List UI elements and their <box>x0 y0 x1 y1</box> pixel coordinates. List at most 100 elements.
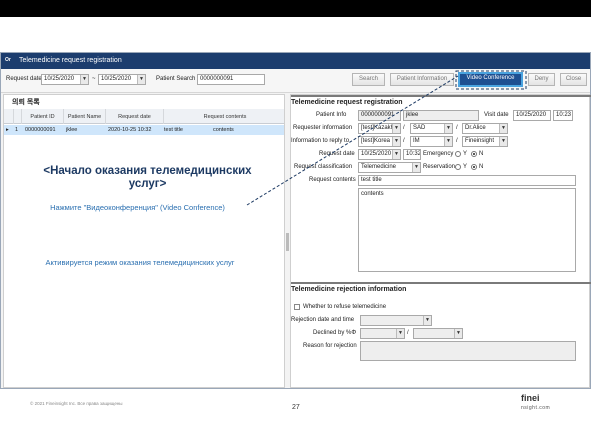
patient-info-label: Patient Info <box>316 112 347 118</box>
requester-doctor-value: Dr.Alice <box>465 125 486 131</box>
requester-dept-select[interactable]: SAD ▼ <box>410 123 453 134</box>
video-conference-button[interactable]: Video Conference <box>458 72 523 87</box>
toolbar: Request date 10/25/2020 ▼ ~ 10/25/2020 ▼… <box>1 69 590 93</box>
header-request-contents[interactable]: Request contents <box>164 109 286 124</box>
contents-body-textarea[interactable]: contents <box>358 188 576 272</box>
reason-label: Reason for rejection <box>303 343 357 349</box>
reply-dept-select[interactable]: IM ▼ <box>410 136 453 147</box>
overlay-instruction: Нажмите "Видеоконференция" (Video Confer… <box>50 203 225 212</box>
patient-search-input[interactable]: 0000000091 <box>197 74 265 85</box>
visit-time-field[interactable]: 10:23 <box>553 110 573 121</box>
registration-panel: Telemedicine request registration Patien… <box>290 94 591 388</box>
request-date-value: 10/25/2020 <box>361 151 392 157</box>
chevron-down-icon[interactable]: ▼ <box>392 124 400 133</box>
overlay-result: Активируется режим оказания телемедицинс… <box>45 258 235 267</box>
row-request-date: 2020-10-25 10:32 <box>108 127 152 133</box>
chevron-down-icon[interactable]: ▼ <box>423 316 431 325</box>
chevron-down-icon[interactable]: ▼ <box>396 329 404 338</box>
close-button[interactable]: Close <box>560 73 587 86</box>
deny-button[interactable]: Deny <box>528 73 555 86</box>
request-list-panel: 의뢰 목록 Patient ID Patient Name Request da… <box>3 94 285 388</box>
app-window: Or Telemedicine request registration Req… <box>0 52 591 389</box>
requester-doctor-select[interactable]: Dr.Alice ▼ <box>462 123 508 134</box>
emergency-label: Emergency <box>423 151 454 157</box>
row-number: 1 <box>15 127 19 133</box>
section-divider <box>291 282 591 284</box>
patient-information-button[interactable]: Patient Information <box>390 73 454 86</box>
reservation-label: Reservation <box>423 164 456 170</box>
patient-id-field: 0000000091 <box>358 110 401 121</box>
declined-by-select[interactable]: ▼ <box>360 328 405 339</box>
slash: / <box>456 125 458 131</box>
chevron-down-icon[interactable]: ▼ <box>444 124 452 133</box>
table-header: Patient ID Patient Name Request date Req… <box>4 109 284 124</box>
request-list-title: 의뢰 목록 <box>12 99 40 106</box>
row-marker: ▸ <box>6 127 9 133</box>
header-request-date[interactable]: Request date <box>106 109 164 124</box>
reply-country-select[interactable]: [test]Korea ▼ <box>358 136 401 147</box>
date-to-picker[interactable]: 10/25/2020 ▼ <box>98 74 146 85</box>
contents-label: Request contents <box>309 177 356 183</box>
slash: / <box>456 138 458 144</box>
requester-country-value: [test]Kazakh: <box>361 125 396 131</box>
chevron-down-icon[interactable]: ▼ <box>392 137 400 146</box>
chevron-down-icon[interactable]: ▼ <box>80 75 88 84</box>
header-patient-name[interactable]: Patient Name <box>64 109 106 124</box>
chevron-down-icon[interactable]: ▼ <box>137 75 145 84</box>
declined-by-doctor-select[interactable]: ▼ <box>413 328 463 339</box>
emergency-yes-label: Y <box>463 151 468 157</box>
visit-date-field[interactable]: 10/25/2020 <box>513 110 551 121</box>
header-marker <box>4 109 14 124</box>
request-time-field[interactable]: 10:32 <box>403 149 421 160</box>
reservation-no-radio[interactable] <box>471 164 477 170</box>
row-patient-id: 0000000091 <box>25 127 56 133</box>
emergency-no-label: N <box>479 151 484 157</box>
classification-select[interactable]: Telemedicine ▼ <box>358 162 421 173</box>
table-row[interactable]: ▸ 1 0000000091 jklee 2020-10-25 10:32 te… <box>4 125 284 135</box>
chevron-down-icon[interactable]: ▼ <box>454 329 462 338</box>
reason-textarea[interactable] <box>360 341 576 361</box>
date-to-value: 10/25/2020 <box>101 76 132 82</box>
refuse-checkbox[interactable] <box>294 304 300 310</box>
rejection-date-field[interactable]: ▼ <box>360 315 432 326</box>
request-date-picker[interactable]: 10/25/2020 ▼ <box>358 149 401 160</box>
reply-dept-value: IM <box>413 138 420 144</box>
emergency-yes-radio[interactable] <box>455 151 461 157</box>
contents-title-input[interactable]: test title <box>358 175 576 186</box>
classification-value: Telemedicine <box>361 164 397 170</box>
classification-label: Request classification <box>294 164 353 170</box>
rejection-title: Telemedicine rejection information <box>291 286 407 293</box>
title-bar: Or Telemedicine request registration <box>1 53 590 69</box>
row-patient-name: jklee <box>66 127 78 133</box>
page-number: 27 <box>292 404 300 411</box>
chevron-down-icon[interactable]: ▼ <box>499 137 507 146</box>
header-patient-id[interactable]: Patient ID <box>22 109 64 124</box>
date-from-picker[interactable]: 10/25/2020 ▼ <box>41 74 89 85</box>
requester-dept-value: SAD <box>413 125 426 131</box>
chevron-down-icon[interactable]: ▼ <box>444 137 452 146</box>
reply-doctor-value: Fineinsight <box>465 138 495 144</box>
brand-logo-sub: nsight.com <box>521 405 551 411</box>
visit-date-label: Visit date <box>484 112 509 118</box>
chevron-down-icon[interactable]: ▼ <box>392 150 400 159</box>
window-title: Telemedicine request registration <box>19 57 122 64</box>
rejection-date-label: Rejection date and time <box>291 317 355 323</box>
slash: / <box>403 138 405 144</box>
requester-country-select[interactable]: [test]Kazakh: ▼ <box>358 123 401 134</box>
slash: / <box>407 330 409 336</box>
date-separator: ~ <box>92 76 96 82</box>
requester-label: Requester information <box>293 125 353 131</box>
date-from-value: 10/25/2020 <box>44 76 75 82</box>
reply-doctor-select[interactable]: Fineinsight ▼ <box>462 136 508 147</box>
brand-logo: finei <box>521 393 540 403</box>
refuse-label: Whether to refuse telemedicine <box>303 304 387 310</box>
splitter-handle[interactable] <box>286 233 289 251</box>
search-button[interactable]: Search <box>352 73 385 86</box>
reservation-yes-radio[interactable] <box>455 164 461 170</box>
slash: / <box>403 125 405 131</box>
declined-by-label: Declined by %Φ <box>313 330 357 336</box>
reservation-no-label: N <box>479 164 484 170</box>
emergency-no-radio[interactable] <box>471 151 477 157</box>
chevron-down-icon[interactable]: ▼ <box>499 124 507 133</box>
chevron-down-icon[interactable]: ▼ <box>412 163 420 172</box>
